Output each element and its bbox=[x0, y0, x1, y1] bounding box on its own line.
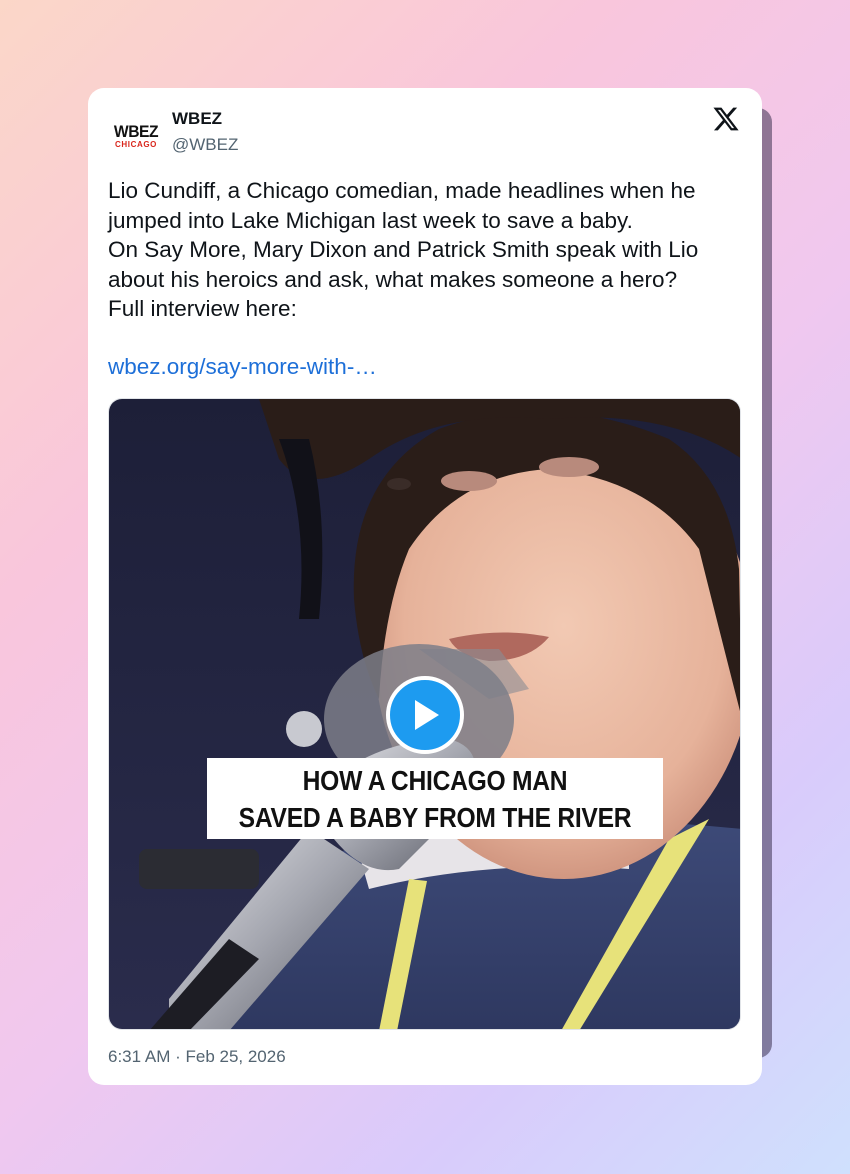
tweet-text: Lio Cundiff, a Chicago comedian, made he… bbox=[108, 176, 748, 324]
video-thumbnail[interactable]: HOW A CHICAGO MAN SAVED A BABY FROM THE … bbox=[108, 398, 741, 1030]
video-caption: HOW A CHICAGO MAN SAVED A BABY FROM THE … bbox=[207, 758, 663, 839]
tweet-text-line: On Say More, Mary Dixon and Patrick Smit… bbox=[108, 237, 699, 262]
tweet-text-line: jumped into Lake Michigan last week to s… bbox=[108, 207, 633, 233]
tweet-text-line: about his heroics and ask, what makes so… bbox=[108, 266, 678, 292]
user-handle[interactable]: @WBEZ bbox=[172, 135, 238, 155]
avatar-logo-main: WBEZ bbox=[113, 121, 159, 141]
tweet-timestamp[interactable]: 6:31 AM · Feb 25, 2026 bbox=[108, 1047, 286, 1067]
video-caption-line: HOW A CHICAGO MAN bbox=[302, 765, 568, 796]
display-name[interactable]: WBEZ bbox=[172, 109, 222, 129]
tweet-link[interactable]: wbez.org/say-more-with-… bbox=[108, 354, 377, 380]
tweet-card[interactable]: WBEZ CHICAGO WBEZ @WBEZ Lio Cundiff, a C… bbox=[88, 88, 762, 1085]
avatar-logo-sub: CHICAGO bbox=[115, 139, 157, 149]
tweet-text-line: Full interview here: bbox=[108, 296, 297, 321]
x-logo-icon[interactable] bbox=[712, 105, 740, 133]
tweet-text-line: Lio Cundiff, a Chicago comedian, made he… bbox=[108, 178, 696, 203]
play-button[interactable] bbox=[386, 676, 464, 754]
play-icon bbox=[415, 700, 439, 730]
avatar[interactable]: WBEZ CHICAGO bbox=[108, 112, 164, 160]
video-caption-line: SAVED A BABY FROM THE RIVER bbox=[238, 802, 632, 833]
